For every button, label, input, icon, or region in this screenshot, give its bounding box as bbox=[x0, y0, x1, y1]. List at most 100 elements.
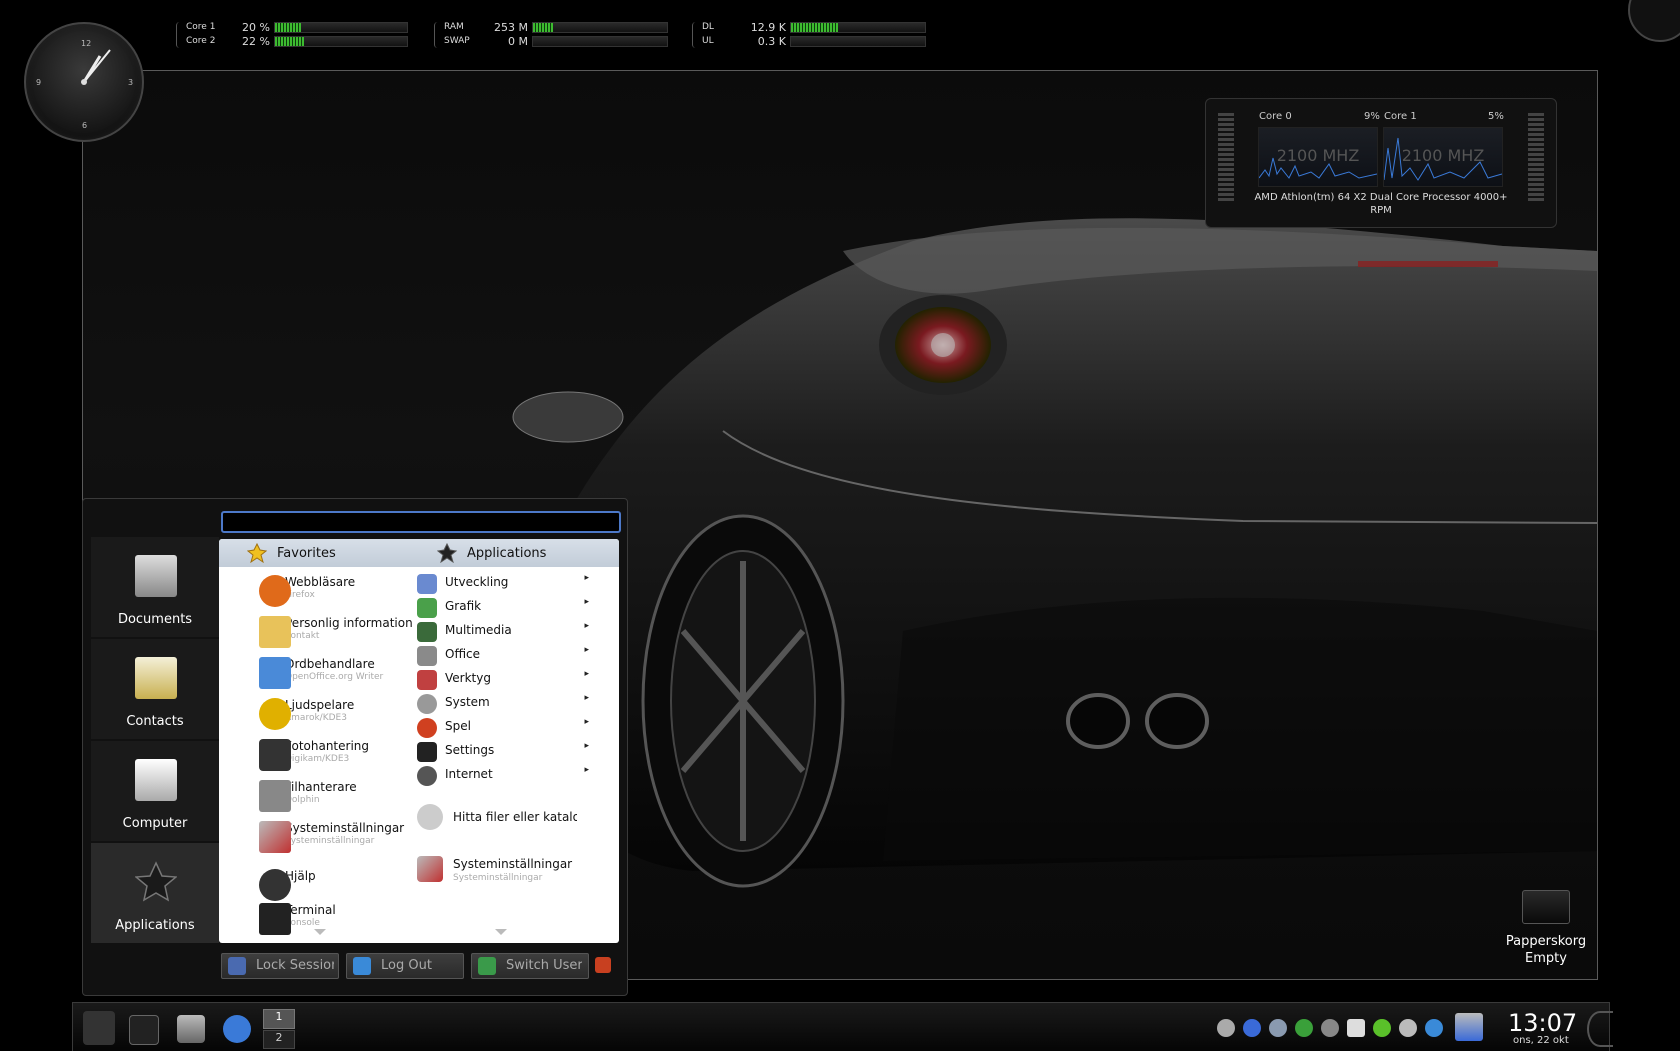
computer-documents-icon bbox=[135, 555, 177, 597]
trash-title: Papperskorg bbox=[1505, 934, 1587, 949]
favorite-item-ordbehandlare[interactable]: Ordbehandlare OpenOffice.org Writer bbox=[259, 657, 384, 689]
clock-number-12: 12 bbox=[81, 39, 91, 48]
trash-desktop-icon[interactable]: Papperskorg Empty bbox=[1496, 890, 1596, 966]
log-out-button[interactable]: Log Out bbox=[346, 953, 464, 979]
updater-icon[interactable] bbox=[1425, 1019, 1443, 1037]
app-category-office[interactable]: Office ▸ bbox=[417, 645, 599, 667]
clipboard-icon[interactable] bbox=[1347, 1019, 1365, 1037]
upload-label: UL bbox=[702, 36, 714, 46]
search-input[interactable] bbox=[221, 511, 621, 533]
applications-star-icon bbox=[437, 543, 457, 563]
screen-icon[interactable] bbox=[1455, 1013, 1483, 1041]
cpu-monitor: Core 1 20 % Core 2 22 % bbox=[176, 20, 408, 50]
device-icon[interactable] bbox=[1399, 1019, 1417, 1037]
sidebar-item-computer[interactable]: Computer bbox=[91, 741, 219, 841]
core1-graph: 2100 MHZ bbox=[1383, 127, 1503, 187]
favorite-item-filhanterare[interactable]: Filhanterare Dolphin bbox=[259, 780, 357, 812]
launcher-config-icon[interactable] bbox=[595, 957, 611, 973]
panel-corner-icon[interactable] bbox=[1587, 1011, 1613, 1047]
app-category-grafik[interactable]: Grafik ▸ bbox=[417, 597, 599, 619]
right-meter bbox=[1528, 113, 1544, 201]
favorite-title: Fotohantering bbox=[285, 739, 370, 753]
submenu-arrow-icon: ▸ bbox=[584, 717, 589, 727]
lock-session-button[interactable]: Lock Session bbox=[221, 953, 339, 979]
applications-scroll-down-icon[interactable] bbox=[495, 929, 507, 935]
kde-menu-icon[interactable] bbox=[83, 1011, 115, 1045]
settings-gear-icon[interactable] bbox=[1269, 1019, 1287, 1037]
find-files-item[interactable]: Hitta filer eller katalog bbox=[417, 803, 605, 833]
update-icon[interactable] bbox=[1295, 1019, 1313, 1037]
app-category-utveckling[interactable]: Utveckling ▸ bbox=[417, 573, 599, 595]
system-settings-subtitle: Systeminställningar bbox=[453, 873, 543, 883]
sidebar-item-applications[interactable]: Applications bbox=[91, 843, 219, 943]
app-category-label: Grafik bbox=[445, 599, 482, 613]
app-category-multimedia[interactable]: Multimedia ▸ bbox=[417, 621, 599, 643]
favorite-subtitle: Amarok/KDE3 bbox=[285, 713, 347, 723]
favorite-title: Filhanterare bbox=[285, 780, 357, 794]
pager-desktop-2[interactable]: 2 bbox=[263, 1030, 295, 1049]
favorite-title: Systeminställningar bbox=[285, 821, 405, 835]
contacts-icon bbox=[135, 657, 177, 699]
core1-label: Core 1 bbox=[186, 22, 216, 32]
switch-user-label: Switch User bbox=[506, 958, 582, 973]
app-category-internet[interactable]: Internet ▸ bbox=[417, 765, 599, 787]
chat-icon[interactable] bbox=[1321, 1019, 1339, 1037]
app-category-settings[interactable]: Settings ▸ bbox=[417, 741, 599, 763]
favorite-item-personlig-information[interactable]: Personlig information Kontakt bbox=[259, 616, 413, 648]
taskbar-clock-time[interactable]: 13:07 bbox=[1508, 1009, 1577, 1037]
swap-row: SWAP 0 M bbox=[438, 35, 668, 48]
app-category-label: Office bbox=[445, 647, 481, 661]
sidebar-item-contacts[interactable]: Contacts bbox=[91, 639, 219, 739]
ram-value: 253 M bbox=[494, 20, 528, 34]
app-category-system[interactable]: System ▸ bbox=[417, 693, 599, 715]
favorite-item-systeminstallningar[interactable]: Systeminställningar Systeminställningar bbox=[259, 821, 405, 853]
submenu-arrow-icon: ▸ bbox=[584, 645, 589, 655]
swap-bar bbox=[532, 35, 668, 47]
favorites-scroll-down-icon[interactable] bbox=[314, 929, 326, 935]
corner-ornament-icon[interactable] bbox=[1628, 0, 1680, 42]
analog-clock-widget[interactable]: 12 3 6 9 bbox=[24, 22, 144, 142]
favorite-item-webblasare[interactable]: Webbläsare Firefox bbox=[259, 575, 355, 607]
favorites-star-icon bbox=[247, 543, 267, 563]
favorite-subtitle: OpenOffice.org Writer bbox=[285, 672, 384, 682]
word-processor-icon bbox=[259, 657, 291, 689]
submenu-arrow-icon: ▸ bbox=[584, 621, 589, 631]
sidebar-item-documents[interactable]: Documents bbox=[91, 537, 219, 637]
amarok-wolf-icon bbox=[259, 698, 291, 730]
core1-percent: 5% bbox=[1488, 111, 1504, 122]
system-settings-item[interactable]: Systeminställningar Systeminställningar bbox=[417, 855, 605, 889]
monitor-icon bbox=[135, 759, 177, 801]
left-meter bbox=[1218, 113, 1234, 201]
favorite-item-hjalp[interactable]: Hjälp bbox=[259, 869, 316, 901]
firefox-icon bbox=[259, 575, 291, 607]
switch-user-button[interactable]: Switch User bbox=[471, 953, 589, 979]
app-category-label: System bbox=[445, 695, 490, 709]
app-category-spel[interactable]: Spel ▸ bbox=[417, 717, 599, 739]
games-icon bbox=[417, 718, 437, 738]
cpu-frequency-widget: Core 0 9% Core 1 5% 2100 MHZ 2100 MHZ AM… bbox=[1205, 98, 1557, 228]
core0-percent: 9% bbox=[1364, 111, 1380, 122]
clock-number-6: 6 bbox=[82, 121, 87, 130]
swap-label: SWAP bbox=[444, 36, 470, 46]
favorite-item-terminal[interactable]: Terminal Konsole bbox=[259, 903, 336, 935]
download-value: 12.9 K bbox=[750, 20, 786, 34]
core0-graph: 2100 MHZ bbox=[1258, 127, 1378, 187]
volume-icon[interactable] bbox=[1217, 1019, 1235, 1037]
switch-user-icon bbox=[478, 957, 496, 975]
core1-row: Core 1 20 % bbox=[180, 21, 408, 34]
network-icon[interactable] bbox=[1243, 1019, 1261, 1037]
favorite-subtitle: Digikam/KDE3 bbox=[285, 754, 350, 764]
system-settings-title: Systeminställningar bbox=[453, 857, 573, 871]
file-manager-icon[interactable] bbox=[177, 1015, 205, 1043]
graphics-icon bbox=[417, 598, 437, 618]
app-category-verktyg[interactable]: Verktyg ▸ bbox=[417, 669, 599, 691]
download-label: DL bbox=[702, 22, 714, 32]
multimedia-icon bbox=[417, 622, 437, 642]
pager-desktop-1[interactable]: 1 bbox=[263, 1009, 295, 1029]
konqueror-icon[interactable] bbox=[223, 1015, 251, 1043]
clock-face-icon: 12 3 6 9 bbox=[36, 39, 133, 130]
favorite-item-ljudspelare[interactable]: Ljudspelare Amarok/KDE3 bbox=[259, 698, 354, 730]
favorite-item-fotohantering[interactable]: Fotohantering Digikam/KDE3 bbox=[259, 739, 370, 771]
battery-icon[interactable] bbox=[1373, 1019, 1391, 1037]
show-desktop-icon[interactable] bbox=[129, 1015, 159, 1045]
